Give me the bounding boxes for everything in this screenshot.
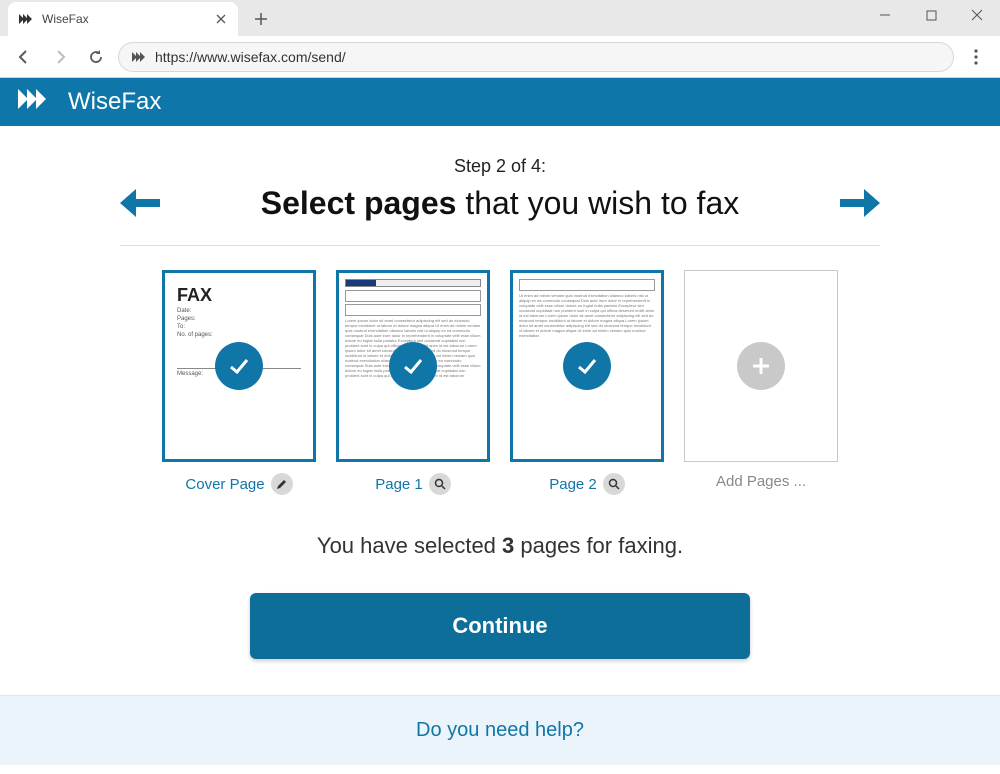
thumb-cover-preview[interactable]: FAX Date: Pages: To: No. of pages: Messa… <box>162 270 316 462</box>
brand[interactable]: WiseFax <box>18 87 161 118</box>
thumb-page-2: Ut enim ad minim veniam quis nostrud exe… <box>509 270 665 495</box>
browser-toolbar: https://www.wisefax.com/send/ <box>0 36 1000 78</box>
add-pages-tile[interactable] <box>684 270 838 462</box>
address-bar[interactable]: https://www.wisefax.com/send/ <box>118 42 954 72</box>
maximize-button[interactable] <box>908 0 954 30</box>
thumb-page-1-caption[interactable]: Page 1 <box>375 473 451 495</box>
main-content: Step 2 of 4: Select pages that you wish … <box>80 126 920 659</box>
page-title-rest: that you wish to fax <box>456 185 739 221</box>
zoom-icon[interactable] <box>429 473 451 495</box>
browser-tab[interactable]: WiseFax <box>8 2 238 36</box>
divider <box>120 245 880 246</box>
zoom-icon[interactable] <box>603 473 625 495</box>
page-title-strong: Select pages <box>261 185 457 221</box>
thumb-page-1-preview[interactable]: Lorem ipsum dolor sit amet consectetur a… <box>336 270 490 462</box>
selection-suffix: pages for faxing. <box>514 533 683 558</box>
reload-button[interactable] <box>82 43 110 71</box>
new-tab-button[interactable] <box>246 4 276 34</box>
thumb-page-1: Lorem ipsum dolor sit amet consectetur a… <box>335 270 491 495</box>
selected-check-icon <box>563 342 611 390</box>
back-button[interactable] <box>10 43 38 71</box>
tab-favicon <box>18 11 34 27</box>
next-step-button[interactable] <box>840 183 880 223</box>
selection-prefix: You have selected <box>317 533 502 558</box>
continue-button[interactable]: Continue <box>250 593 750 659</box>
step-indicator: Step 2 of 4: <box>120 156 880 177</box>
selection-summary: You have selected 3 pages for faxing. <box>120 533 880 559</box>
cover-fax-heading: FAX <box>177 285 301 306</box>
minimize-button[interactable] <box>862 0 908 30</box>
app-header: WiseFax <box>0 78 1000 126</box>
close-window-button[interactable] <box>954 0 1000 30</box>
thumb-page-2-preview[interactable]: Ut enim ad minim veniam quis nostrud exe… <box>510 270 664 462</box>
thumb-page-2-caption[interactable]: Page 2 <box>549 473 625 495</box>
thumb-cover-caption[interactable]: Cover Page <box>185 473 292 495</box>
window-controls <box>862 0 1000 30</box>
site-identity-icon <box>131 49 147 65</box>
brand-chevrons-icon <box>18 87 58 118</box>
thumb-cover-label: Cover Page <box>185 476 264 493</box>
page-title: Select pages that you wish to fax <box>160 185 840 222</box>
browser-chrome: WiseFax https://www.wisefax.com/s <box>0 0 1000 78</box>
thumb-page-2-label: Page 2 <box>549 476 597 493</box>
prev-step-button[interactable] <box>120 183 160 223</box>
thumb-add: Add Pages ... <box>683 270 839 495</box>
page-viewport[interactable]: WiseFax Step 2 of 4: Select pages that y… <box>0 78 1000 774</box>
selection-count: 3 <box>502 533 514 558</box>
url-text: https://www.wisefax.com/send/ <box>155 49 346 65</box>
thumb-cover: FAX Date: Pages: To: No. of pages: Messa… <box>161 270 317 495</box>
forward-button[interactable] <box>46 43 74 71</box>
help-link[interactable]: Do you need help? <box>0 695 1000 765</box>
page-thumbnails: FAX Date: Pages: To: No. of pages: Messa… <box>120 270 880 495</box>
title-row: Select pages that you wish to fax <box>120 183 880 223</box>
plus-icon <box>737 342 785 390</box>
close-tab-icon[interactable] <box>214 12 228 26</box>
tab-strip: WiseFax <box>0 0 1000 36</box>
selected-check-icon <box>389 342 437 390</box>
add-pages-label: Add Pages ... <box>716 473 806 490</box>
browser-menu-button[interactable] <box>962 43 990 71</box>
thumb-page-1-label: Page 1 <box>375 476 423 493</box>
selected-check-icon <box>215 342 263 390</box>
help-label: Do you need help? <box>416 719 584 742</box>
brand-name: WiseFax <box>68 88 161 116</box>
edit-icon[interactable] <box>271 473 293 495</box>
add-pages-caption[interactable]: Add Pages ... <box>716 473 806 490</box>
tab-title: WiseFax <box>42 12 214 26</box>
